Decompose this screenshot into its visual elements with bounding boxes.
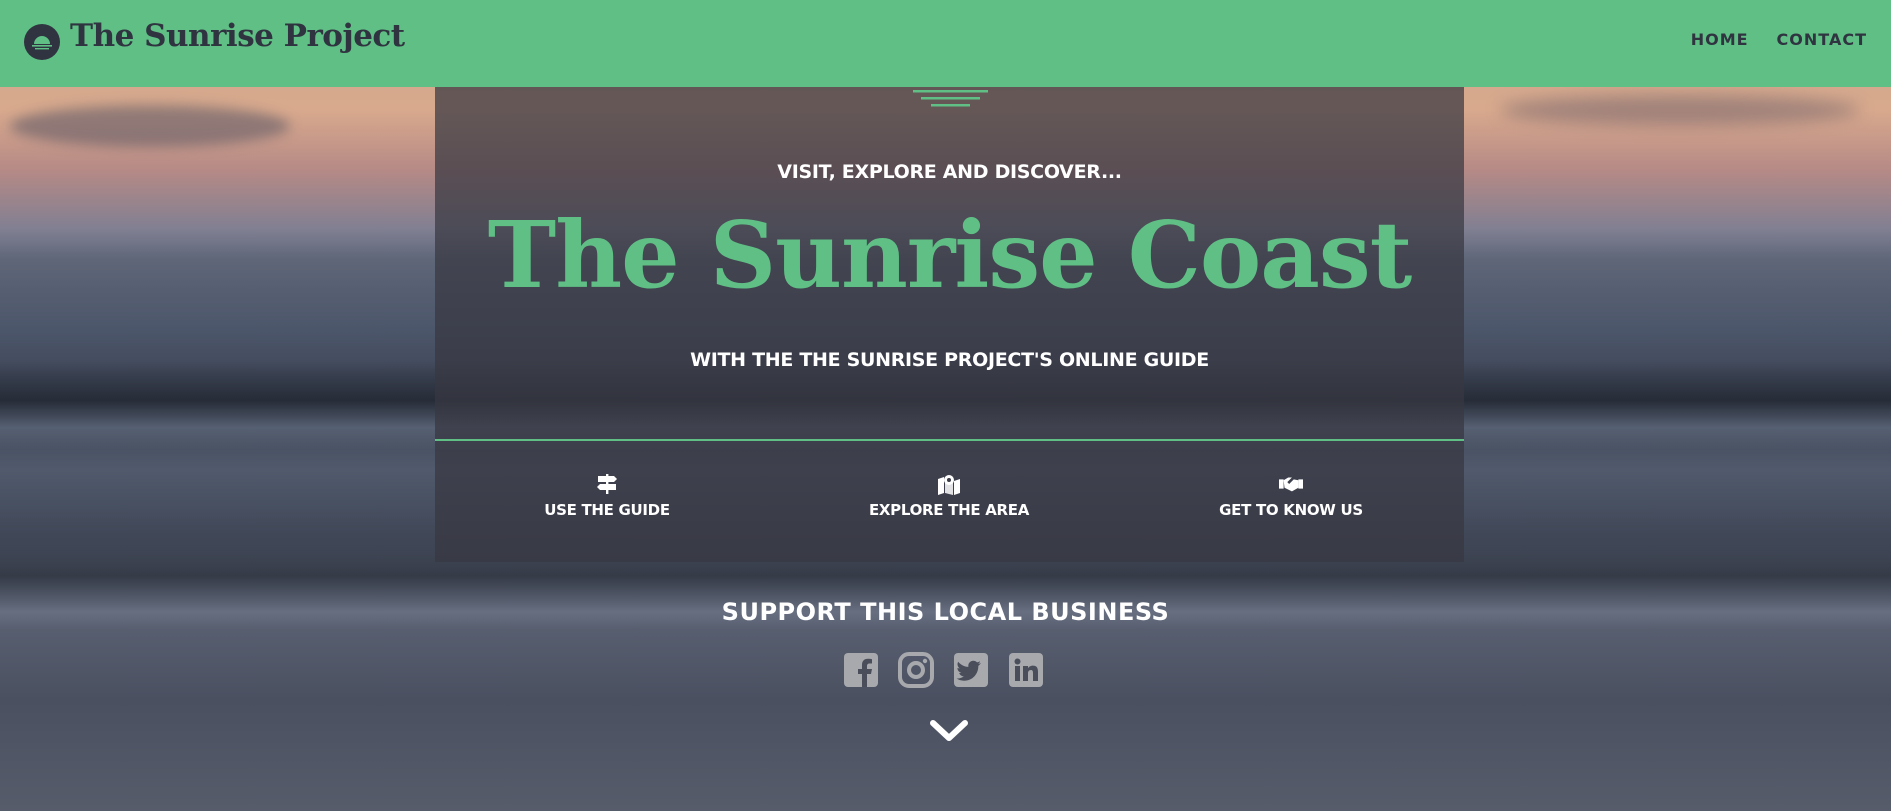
- hero-title: The Sunrise Coast: [487, 201, 1412, 309]
- nav-home-link[interactable]: HOME: [1691, 30, 1749, 49]
- hero-subtitle: WITH THE THE SUNRISE PROJECT'S ONLINE GU…: [435, 349, 1464, 371]
- support-heading: SUPPORT THIS LOCAL BUSINESS: [721, 598, 1170, 626]
- sunrise-logo-icon[interactable]: [24, 24, 60, 60]
- signpost-icon: [597, 474, 617, 494]
- map-marker-icon: [938, 475, 960, 495]
- hero-tagline-prefix: VISIT, EXPLORE AND: [777, 161, 995, 183]
- use-the-guide-link[interactable]: USE THE GUIDE: [487, 473, 727, 519]
- site-header: The Sunrise Project HOME CONTACT: [0, 0, 1891, 87]
- hero-divider: [435, 439, 1464, 441]
- get-to-know-us-label: GET TO KNOW US: [1219, 501, 1363, 519]
- instagram-icon[interactable]: [898, 652, 934, 688]
- hero-tagline: VISIT, EXPLORE AND DISCOVER...: [435, 161, 1464, 183]
- hero-subtitle-prefix: WITH THE: [690, 349, 800, 371]
- facebook-icon[interactable]: [843, 652, 879, 688]
- page: The Sunrise Project HOME CONTACT VISIT, …: [0, 0, 1891, 811]
- linkedin-icon[interactable]: [1008, 652, 1044, 688]
- handshake-icon: [1279, 477, 1303, 492]
- cloud: [1500, 95, 1860, 125]
- hero-subtitle-emphasis: THE SUNRISE PROJECT'S ONLINE GUIDE: [799, 349, 1209, 371]
- hero-actions: USE THE GUIDE EXPLORE THE AREA GET TO KN…: [435, 473, 1464, 533]
- twitter-icon[interactable]: [953, 652, 989, 688]
- get-to-know-us-link[interactable]: GET TO KNOW US: [1171, 473, 1411, 519]
- social-links: [843, 652, 1044, 688]
- explore-the-area-label: EXPLORE THE AREA: [868, 501, 1030, 519]
- sun-lines-icon: [913, 90, 988, 107]
- hero-tagline-emphasis: DISCOVER...: [994, 161, 1122, 183]
- hero-panel: VISIT, EXPLORE AND DISCOVER... The Sunri…: [435, 87, 1464, 562]
- use-the-guide-label: USE THE GUIDE: [544, 501, 670, 519]
- nav-contact-link[interactable]: CONTACT: [1777, 30, 1867, 49]
- site-brand-name[interactable]: The Sunrise Project: [70, 18, 405, 54]
- main-nav: HOME CONTACT: [1691, 30, 1867, 49]
- cloud: [10, 105, 290, 147]
- chevron-down-icon[interactable]: [929, 719, 969, 745]
- explore-the-area-link[interactable]: EXPLORE THE AREA: [829, 473, 1069, 519]
